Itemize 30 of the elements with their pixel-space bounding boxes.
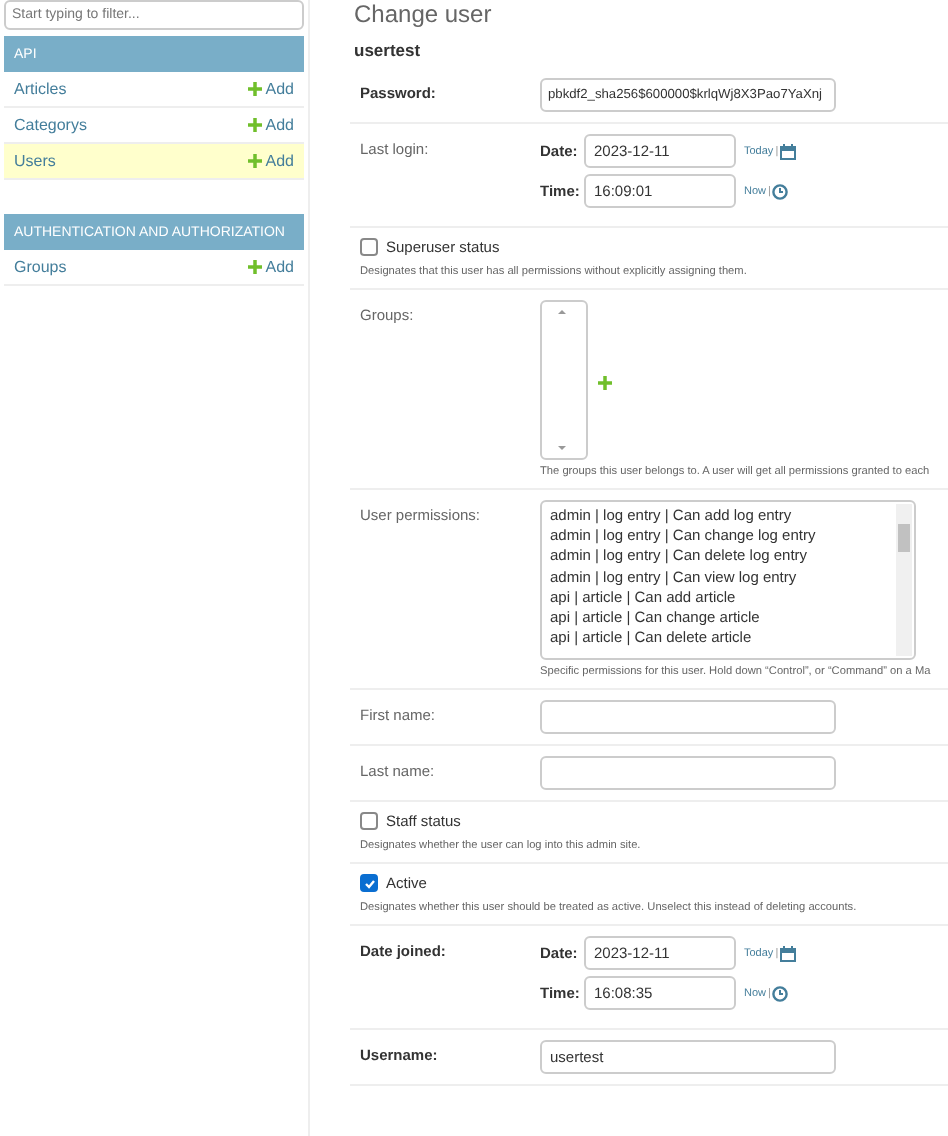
add-icon[interactable] (598, 376, 612, 390)
permissions-list[interactable] (540, 500, 916, 660)
scrollbar[interactable] (896, 504, 912, 656)
model-link[interactable]: Articles (14, 80, 248, 98)
sidebar-item[interactable]: Articles Add (4, 72, 304, 108)
clock-icon[interactable] (772, 183, 789, 199)
page-title: Change user (354, 0, 494, 28)
model-link[interactable]: Categorys (14, 116, 248, 134)
add-icon[interactable] (247, 118, 262, 132)
model-link[interactable]: Users (14, 152, 248, 170)
add-link[interactable]: Add (265, 116, 294, 134)
add-icon[interactable] (247, 82, 262, 96)
checkbox[interactable] (360, 874, 378, 892)
calendar-icon[interactable] (780, 945, 797, 961)
add-icon[interactable] (247, 260, 262, 274)
add-icon[interactable] (247, 154, 262, 168)
checkbox[interactable] (360, 812, 378, 830)
calendar-icon[interactable] (780, 143, 797, 159)
select-list[interactable] (540, 300, 588, 460)
add-link[interactable]: Add (265, 152, 294, 170)
checkbox[interactable] (360, 238, 378, 256)
sidebar-item[interactable]: Groups Add (4, 250, 304, 286)
sidebar-item[interactable]: Users Add (4, 144, 304, 180)
add-link[interactable]: Add (265, 80, 294, 98)
text-field[interactable] (540, 756, 836, 790)
model-link[interactable]: Groups (14, 258, 248, 276)
text-field[interactable] (540, 700, 836, 734)
clock-icon[interactable] (772, 985, 789, 1001)
object-name: usertest (354, 40, 423, 60)
add-link[interactable]: Add (265, 258, 294, 276)
